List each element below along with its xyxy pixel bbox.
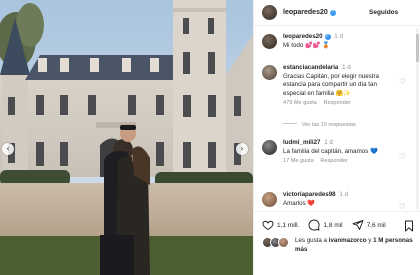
shares-count: 7,6 mil: [366, 221, 386, 229]
scrollbar[interactable]: [416, 28, 419, 210]
comment-text: La familia del capitán, amamos 💙: [283, 147, 378, 155]
instagram-post-view: ‹ › leoparedes20 ✓ Seguidos leoparedes20 ✓…: [0, 0, 420, 275]
post-header: leoparedes20 ✓ Seguidos: [254, 0, 420, 26]
caption-username[interactable]: leoparedes20: [283, 33, 323, 40]
likes-summary: Les gusta a ivanmazorco y 1 M personas m…: [295, 237, 417, 254]
caption-text: Mi todo 💕💕 🥉: [283, 41, 330, 49]
like-button[interactable]: 1,1 mill.: [262, 219, 299, 231]
comment-text: Gracias Capitán, por elegir nuestra esta…: [283, 72, 379, 97]
avatar[interactable]: [262, 5, 277, 20]
liked-by: Les gusta a ivanmazorco y 1 M personas m…: [262, 237, 417, 254]
action-bar: 1,1 mill. 1,8 mil 7,6 mil: [254, 211, 420, 238]
avatar: [278, 237, 289, 248]
post-photo[interactable]: ‹ ›: [0, 0, 253, 275]
comment-icon: [308, 219, 320, 231]
share-button[interactable]: 7,6 mil: [352, 219, 386, 231]
heart-icon[interactable]: ♡: [399, 78, 407, 86]
comments-count: 1,8 mil: [323, 221, 343, 229]
heart-icon: [262, 220, 274, 231]
avatar[interactable]: [262, 192, 277, 207]
bookmark-icon[interactable]: [404, 220, 414, 232]
share-icon: [352, 220, 364, 230]
comment-username[interactable]: victoriaparedes98: [283, 191, 336, 198]
scrollbar-thumb[interactable]: [416, 34, 419, 62]
reply-button[interactable]: Responder: [320, 158, 347, 164]
castle-couple-photo: [0, 0, 253, 275]
comment-time: 1 d: [342, 64, 351, 71]
comment-likes[interactable]: 479 Me gusta: [283, 100, 317, 106]
list-item: ludmi_mili27 1 d La familia del capitán,…: [262, 139, 412, 164]
comment-likes[interactable]: 17 Me gusta: [283, 158, 314, 164]
caption: leoparedes20 ✓ 1 d Mi todo 💕💕 🥉: [262, 33, 412, 50]
avatar[interactable]: [262, 34, 277, 49]
comment-text: Amarlos ❤️: [283, 199, 316, 207]
comment-username[interactable]: ludmi_mili27: [283, 139, 320, 146]
liker-username[interactable]: ivanmazorco: [329, 237, 367, 244]
verified-badge-icon: ✓: [324, 34, 331, 40]
comments-list: leoparedes20 ✓ 1 d Mi todo 💕💕 🥉 estanciac…: [254, 27, 420, 211]
comment-time: 1 d: [339, 191, 348, 198]
view-replies-link[interactable]: Ver las 10 respuestas: [283, 122, 356, 128]
chevron-left-icon[interactable]: ‹: [2, 143, 14, 155]
verified-badge-icon: ✓: [329, 10, 336, 16]
comment-username[interactable]: estanciacandelaria: [283, 64, 338, 71]
liker-avatars: [262, 237, 291, 248]
list-item: estanciacandelaria 1 d Gracias Capitán, …: [262, 64, 412, 106]
avatar[interactable]: [262, 65, 277, 80]
comment-button[interactable]: 1,8 mil: [308, 219, 343, 231]
likes-count: 1,1 mill.: [277, 221, 300, 229]
avatar[interactable]: [262, 140, 277, 155]
username-text[interactable]: leoparedes20: [283, 9, 328, 16]
likes-prefix: Les gusta a: [295, 237, 327, 244]
likes-conjunction: y: [368, 237, 372, 244]
heart-icon[interactable]: ♡: [399, 203, 407, 211]
caption-time: 1 d: [334, 33, 343, 40]
heart-icon[interactable]: ♡: [399, 153, 407, 161]
comment-time: 1 d: [324, 139, 333, 146]
following-button[interactable]: Seguidos: [369, 9, 398, 16]
list-item: victoriaparedes98 1 d Amarlos ❤️ ♡: [262, 191, 412, 211]
header-username[interactable]: leoparedes20 ✓: [283, 9, 336, 16]
post-side-panel: leoparedes20 ✓ Seguidos leoparedes20 ✓ 1 d…: [253, 0, 420, 275]
reply-button[interactable]: Responder: [323, 100, 350, 106]
chevron-right-icon[interactable]: ›: [236, 143, 248, 155]
